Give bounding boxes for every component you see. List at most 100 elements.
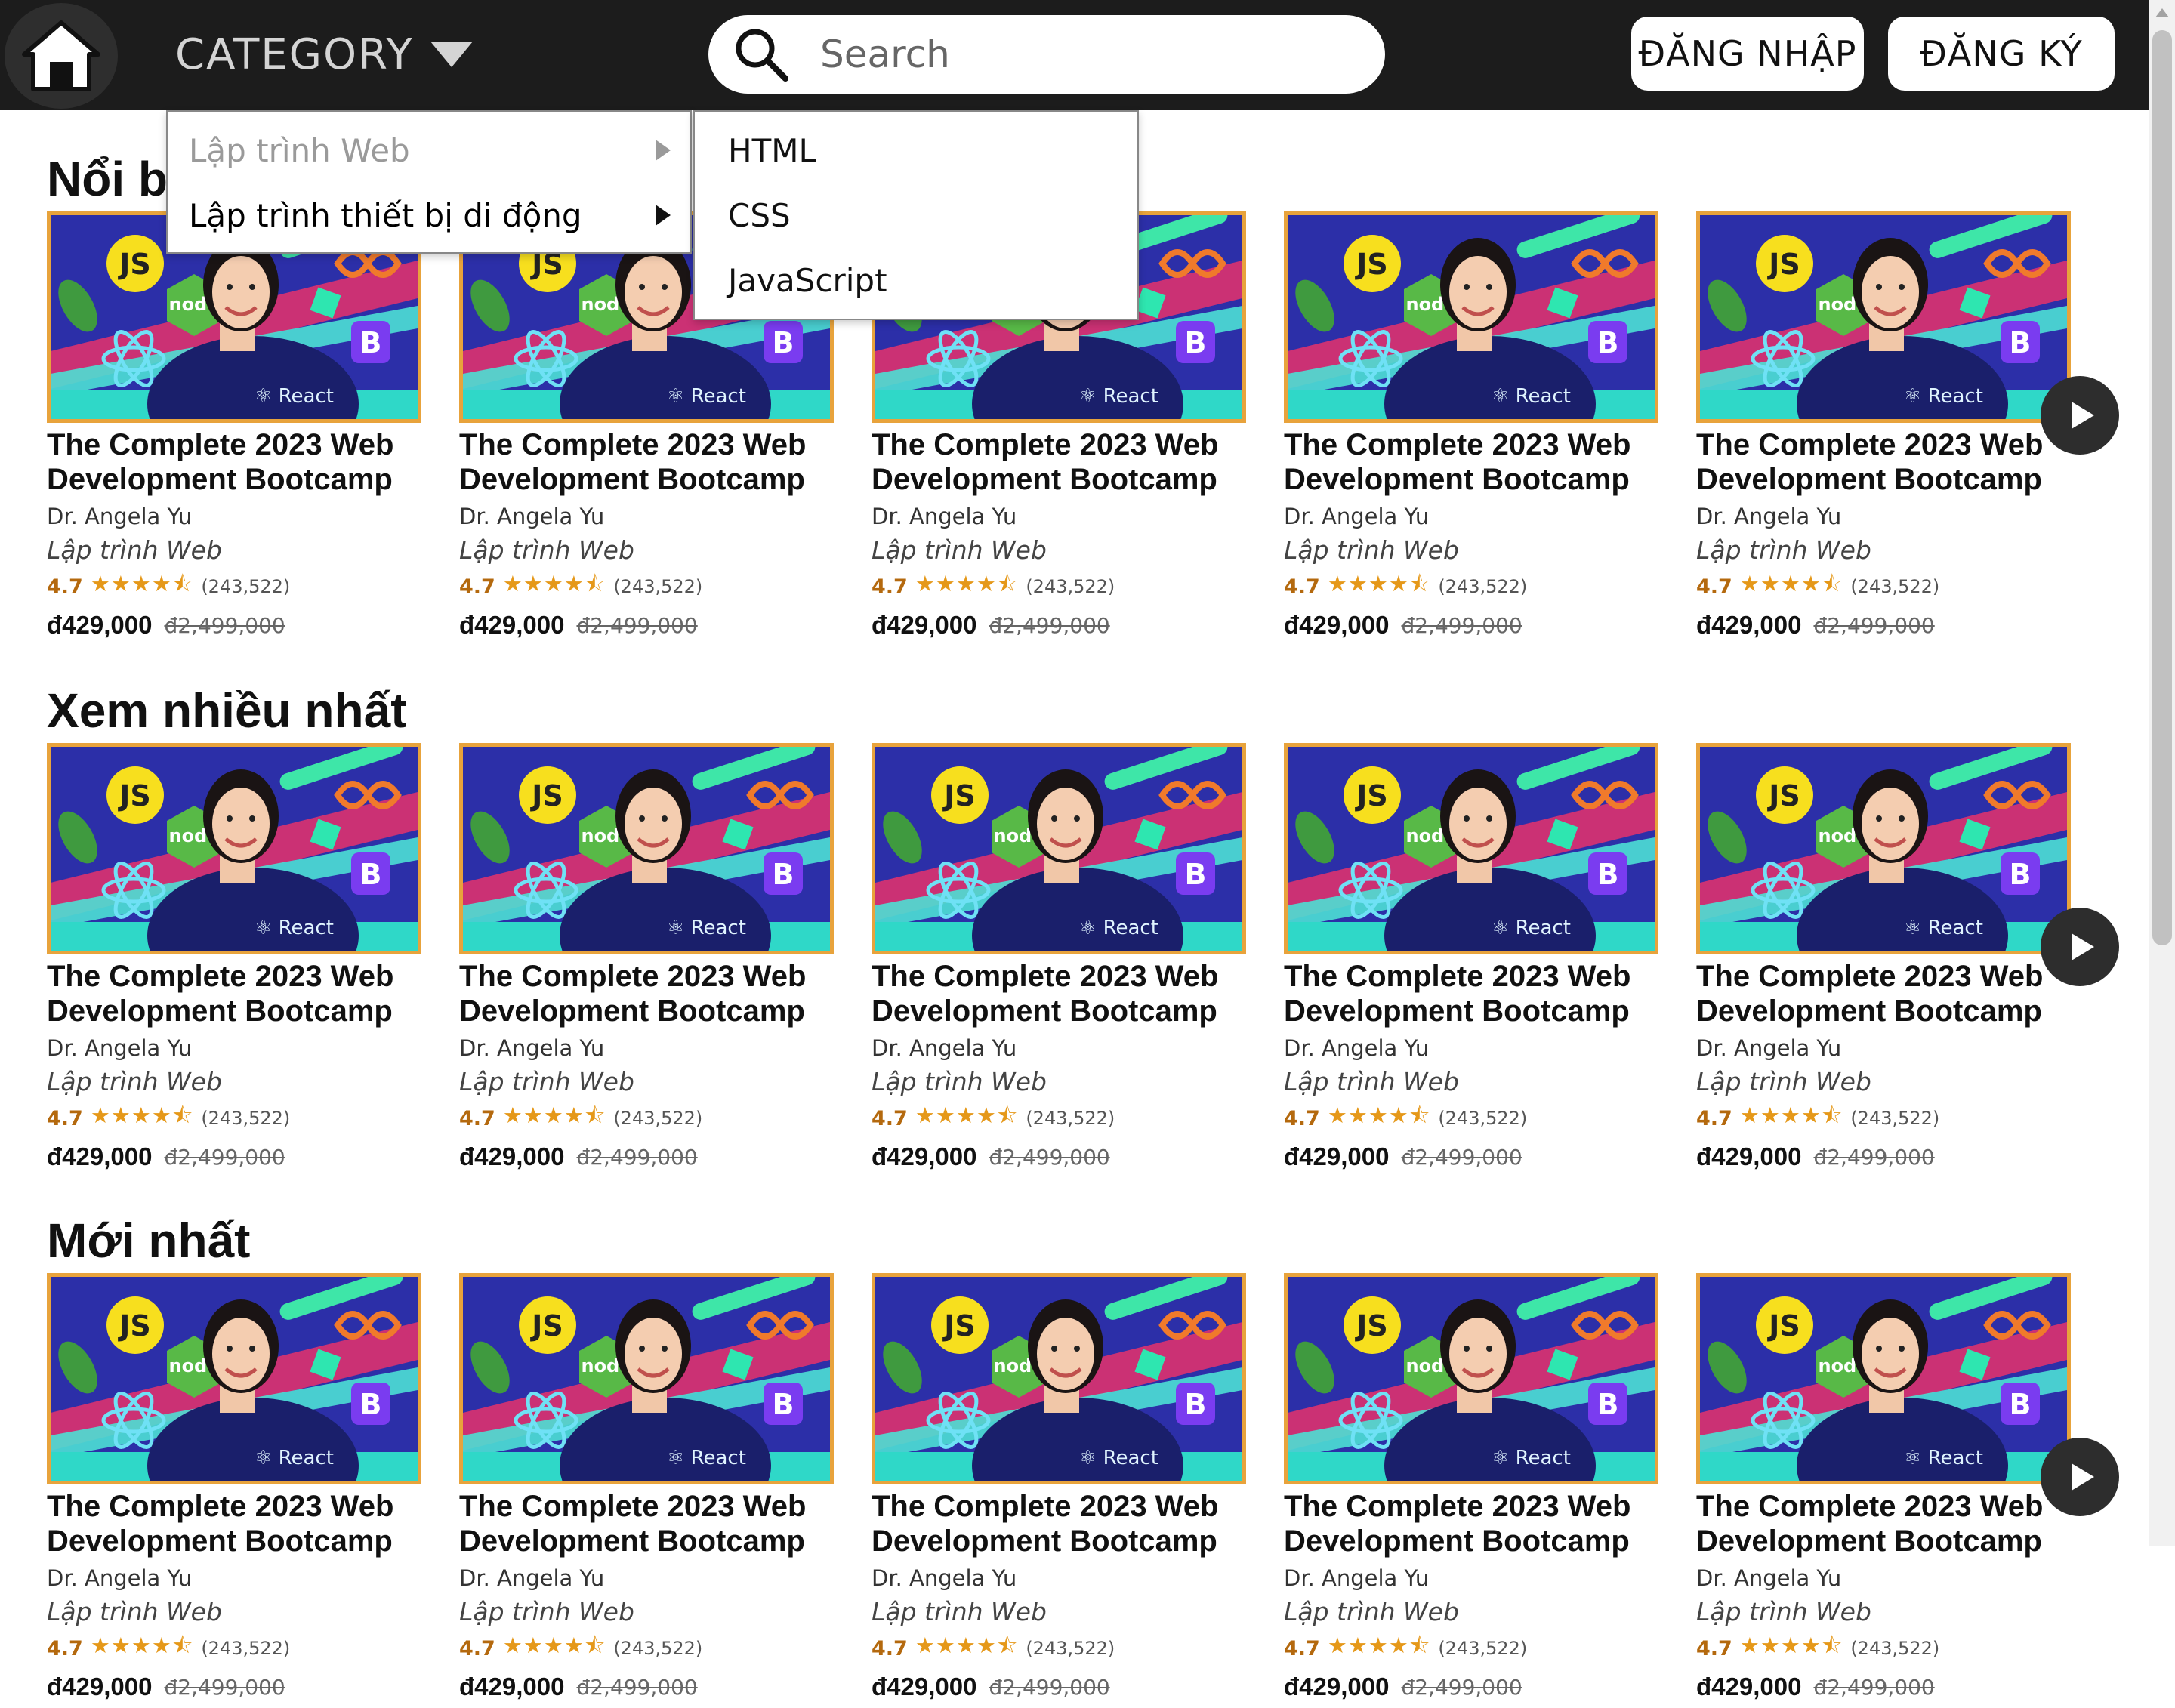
- course-title-line: The Complete 2023 Web: [47, 1490, 394, 1523]
- star-rating-icon: ★★★★⯪: [90, 1632, 194, 1658]
- rating-value: 4.7: [1696, 1106, 1732, 1130]
- course-thumbnail[interactable]: JS node B ⚛ React: [1284, 1273, 1658, 1484]
- course-thumbnail[interactable]: JS node B ⚛ React: [1284, 211, 1658, 423]
- course-thumbnail[interactable]: JS node B ⚛ React: [459, 1273, 834, 1484]
- course-thumbnail[interactable]: JS node B ⚛ React: [872, 1273, 1246, 1484]
- course-thumbnail[interactable]: JS node B ⚛ React: [47, 1273, 421, 1484]
- course-price: đ429,000 đ2,499,000: [47, 1136, 421, 1178]
- course-thumbnail[interactable]: JS node B ⚛ React: [1696, 211, 2071, 423]
- course-card[interactable]: JS node B ⚛ React The Complete 2023 Web …: [1696, 1273, 2071, 1708]
- scroll-up-arrow[interactable]: [2149, 0, 2175, 26]
- course-card[interactable]: JS node B ⚛ React The Complete 2023 Web …: [47, 211, 421, 646]
- register-button[interactable]: ĐĂNG KÝ: [1888, 17, 2115, 91]
- course-card[interactable]: JS node B ⚛ React The Complete 2023 Web …: [459, 743, 834, 1178]
- course-title[interactable]: The Complete 2023 Web Development Bootca…: [1696, 954, 2071, 1028]
- submenu-item-css[interactable]: CSS: [695, 183, 1137, 248]
- course-card[interactable]: JS node B ⚛ React The Complete 2023 Web …: [1696, 211, 2071, 646]
- course-thumbnail[interactable]: JS node B ⚛ React: [1696, 743, 2071, 954]
- course-title[interactable]: The Complete 2023 Web Development Bootca…: [47, 1484, 421, 1558]
- carousel-next-button[interactable]: [2041, 376, 2119, 455]
- course-card[interactable]: JS node B ⚛ React The Complete 2023 Web …: [459, 1273, 834, 1708]
- current-price: đ429,000: [1696, 611, 1802, 639]
- course-price: đ429,000 đ2,499,000: [47, 1666, 421, 1708]
- course-title[interactable]: The Complete 2023 Web Development Bootca…: [1284, 1484, 1658, 1558]
- play-arrow-icon: [2072, 402, 2094, 429]
- course-author: Dr. Angela Yu: [1284, 1565, 1430, 1591]
- original-price: đ2,499,000: [164, 1144, 285, 1170]
- course-title[interactable]: The Complete 2023 Web Development Bootca…: [47, 423, 421, 497]
- menu-item-web-programming[interactable]: Lập trình Web: [168, 118, 690, 183]
- course-title[interactable]: The Complete 2023 Web Development Bootca…: [872, 1484, 1246, 1558]
- course-author: Dr. Angela Yu: [1696, 1035, 1842, 1061]
- course-card[interactable]: JS node B ⚛ React The Complete 2023 Web …: [1696, 743, 2071, 1178]
- course-author: Dr. Angela Yu: [1696, 504, 1842, 529]
- course-title[interactable]: The Complete 2023 Web Development Bootca…: [459, 423, 834, 497]
- course-thumbnail[interactable]: JS node B ⚛ React: [459, 743, 834, 954]
- star-rating-icon: ★★★★⯪: [502, 1102, 606, 1128]
- rating-value: 4.7: [1284, 575, 1320, 599]
- current-price: đ429,000: [47, 611, 153, 639]
- course-title[interactable]: The Complete 2023 Web Development Bootca…: [1696, 423, 2071, 497]
- search-input[interactable]: [819, 32, 1335, 77]
- course-title-line: Development Bootcamp: [1284, 994, 1630, 1028]
- course-thumbnail[interactable]: JS node B ⚛ React: [1284, 743, 1658, 954]
- rating-value: 4.7: [1696, 1636, 1732, 1660]
- course-title-line: Development Bootcamp: [459, 1525, 805, 1558]
- course-title[interactable]: The Complete 2023 Web Development Bootca…: [872, 954, 1246, 1028]
- svg-text:B: B: [360, 326, 382, 359]
- search-icon[interactable]: [731, 24, 791, 85]
- current-price: đ429,000: [872, 1142, 977, 1170]
- course-title[interactable]: The Complete 2023 Web Development Bootca…: [1284, 423, 1658, 497]
- course-card[interactable]: JS node B ⚛ React The Complete 2023 Web …: [872, 743, 1246, 1178]
- review-count: (243,522): [1438, 1638, 1528, 1659]
- course-title[interactable]: The Complete 2023 Web Development Bootca…: [47, 954, 421, 1028]
- course-category: Lập trình Web: [1696, 1067, 1871, 1096]
- carousel-next-button[interactable]: [2041, 1438, 2119, 1516]
- top-navbar: CATEGORY ĐĂNG NHẬP ĐĂNG KÝ: [0, 0, 2149, 110]
- course-title[interactable]: The Complete 2023 Web Development Bootca…: [1284, 954, 1658, 1028]
- course-card[interactable]: JS node B ⚛ React The Complete 2023 Web …: [47, 1273, 421, 1708]
- course-rating: 4.7 ★★★★⯪ (243,522): [1284, 1631, 1658, 1666]
- svg-text:JS: JS: [117, 779, 151, 812]
- course-thumbnail[interactable]: JS node B ⚛ React: [872, 743, 1246, 954]
- submenu-item-html[interactable]: HTML: [695, 118, 1137, 183]
- original-price: đ2,499,000: [1813, 1144, 1935, 1170]
- course-title[interactable]: The Complete 2023 Web Development Bootca…: [1696, 1484, 2071, 1558]
- scrollbar-thumb[interactable]: [2152, 30, 2172, 945]
- svg-text:JS: JS: [117, 248, 151, 281]
- course-card[interactable]: JS node B ⚛ React The Complete 2023 Web …: [1284, 1273, 1658, 1708]
- course-thumbnail[interactable]: JS node B ⚛ React: [47, 743, 421, 954]
- svg-text:⚛ React: ⚛ React: [667, 1447, 746, 1469]
- current-price: đ429,000: [872, 611, 977, 639]
- course-title[interactable]: The Complete 2023 Web Development Bootca…: [459, 954, 834, 1028]
- search-bar[interactable]: [708, 15, 1385, 94]
- course-card[interactable]: JS node B ⚛ React The Complete 2023 Web …: [1284, 211, 1658, 646]
- course-thumbnail-art: JS node B ⚛ React: [1700, 1277, 2067, 1481]
- course-rating: 4.7 ★★★★⯪ (243,522): [872, 1631, 1246, 1666]
- course-thumbnail[interactable]: JS node B ⚛ React: [1696, 1273, 2071, 1484]
- review-count: (243,522): [613, 1638, 703, 1659]
- course-card[interactable]: JS node B ⚛ React The Complete 2023 Web …: [1284, 743, 1658, 1178]
- course-price: đ429,000 đ2,499,000: [872, 604, 1246, 646]
- course-title-line: The Complete 2023 Web: [1696, 1490, 2044, 1523]
- menu-item-mobile-programming[interactable]: Lập trình thiết bị di động: [168, 183, 690, 248]
- svg-text:JS: JS: [1766, 1309, 1800, 1343]
- course-rating: 4.7 ★★★★⯪ (243,522): [47, 1631, 421, 1666]
- course-category: Lập trình Web: [47, 1067, 222, 1096]
- login-button[interactable]: ĐĂNG NHẬP: [1631, 17, 1864, 91]
- current-price: đ429,000: [1284, 1673, 1390, 1700]
- submenu-item-javascript[interactable]: JavaScript: [695, 248, 1137, 313]
- category-menu-toggle[interactable]: CATEGORY: [175, 26, 473, 83]
- course-card[interactable]: JS node B ⚛ React The Complete 2023 Web …: [872, 1273, 1246, 1708]
- review-count: (243,522): [1026, 1108, 1115, 1129]
- svg-text:B: B: [1185, 1388, 1207, 1421]
- svg-text:⚛ React: ⚛ React: [1079, 385, 1158, 408]
- original-price: đ2,499,000: [989, 1144, 1110, 1170]
- star-rating-icon: ★★★★⯪: [90, 1102, 194, 1128]
- course-title[interactable]: The Complete 2023 Web Development Bootca…: [872, 423, 1246, 497]
- course-card[interactable]: JS node B ⚛ React The Complete 2023 Web …: [47, 743, 421, 1178]
- course-title[interactable]: The Complete 2023 Web Development Bootca…: [459, 1484, 834, 1558]
- course-rating: 4.7 ★★★★⯪ (243,522): [459, 569, 834, 604]
- carousel-next-button[interactable]: [2041, 908, 2119, 986]
- home-button[interactable]: [5, 3, 118, 109]
